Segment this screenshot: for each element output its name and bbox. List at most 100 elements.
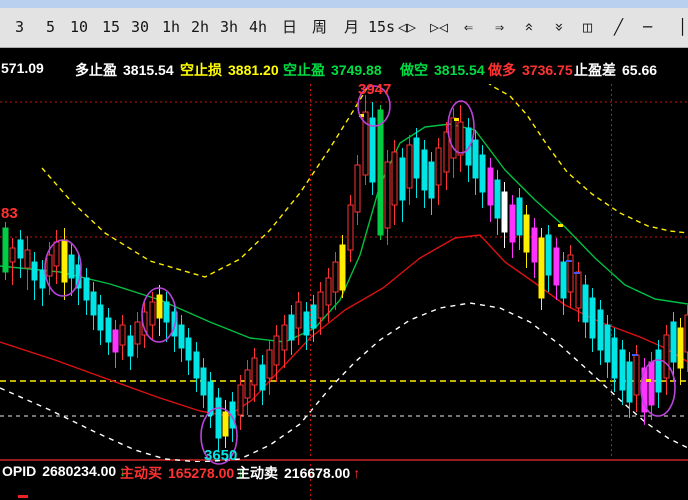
candle <box>348 195 353 262</box>
status-value: 3815.54 <box>434 62 485 78</box>
candle <box>84 268 89 315</box>
timeframe-day[interactable]: 日 <box>282 17 297 37</box>
candle <box>532 218 537 278</box>
candle <box>598 300 603 365</box>
candle <box>223 400 228 448</box>
candle <box>524 205 529 268</box>
candle <box>318 282 323 335</box>
timeframe-5min[interactable]: 5 <box>46 17 55 37</box>
candle <box>502 182 507 248</box>
candle <box>120 315 125 360</box>
candle <box>245 360 250 415</box>
timeframe-10min[interactable]: 10 <box>70 17 88 37</box>
candle <box>157 285 162 336</box>
candle <box>333 252 338 310</box>
timeframe-15sec[interactable]: 15s <box>368 17 395 37</box>
candle <box>678 318 683 385</box>
status-value: 571.09 <box>1 60 44 76</box>
status-segment: 做多3736.75 <box>488 60 573 80</box>
compress-horizontal-icon[interactable]: ▷◁ <box>430 17 448 37</box>
timeframe-4hour[interactable]: 4h <box>249 17 267 37</box>
candle <box>620 340 625 405</box>
low-price-label: 3650 <box>204 447 237 464</box>
chart-area[interactable]: 3947365083 <box>0 48 688 500</box>
bottom-segment: 主动买165278.00↓ <box>120 463 244 483</box>
status-segment: 止盈差 65.66 <box>574 60 657 80</box>
candle <box>311 295 316 342</box>
bottom-value: 2680234.00 <box>42 463 116 479</box>
candle <box>98 295 103 345</box>
candle <box>135 312 140 358</box>
candle <box>91 282 96 330</box>
status-segment: 571.09 <box>1 60 44 76</box>
signal-tick <box>646 379 651 382</box>
candle <box>282 315 287 368</box>
candle <box>18 230 23 278</box>
timeframe-week[interactable]: 周 <box>312 17 327 37</box>
candle <box>510 195 515 258</box>
candle <box>458 105 463 172</box>
arrow-left-icon[interactable]: ⇐ <box>464 17 473 37</box>
timeframe-month[interactable]: 月 <box>344 17 359 37</box>
timeframe-1hour[interactable]: 1h <box>162 17 180 37</box>
bottom-label: OPID <box>2 463 36 479</box>
candle <box>656 340 661 408</box>
candles-group <box>3 95 688 452</box>
bottom-value: 216678.00 <box>284 465 350 481</box>
candle <box>627 352 632 418</box>
status-segment: 做空3815.54 <box>400 60 485 80</box>
candle <box>488 158 493 222</box>
candle <box>385 150 390 245</box>
arrow-right-icon[interactable]: ⇒ <box>495 17 504 37</box>
status-label: 做多 <box>488 62 516 78</box>
diagonal-line-icon[interactable]: ╱ <box>614 17 623 37</box>
candle <box>363 95 368 185</box>
candle <box>54 230 59 284</box>
up-arrow-icon: ↑ <box>353 465 360 481</box>
candle <box>568 245 573 308</box>
status-label: 止盈差 <box>574 62 616 78</box>
candle <box>164 292 169 342</box>
candle <box>473 130 478 195</box>
candle <box>355 155 360 225</box>
status-segment: 多止盈3815.54 <box>75 60 174 80</box>
candle <box>216 388 221 452</box>
expand-horizontal-icon[interactable]: ◁▷ <box>398 17 416 37</box>
timeframe-15min[interactable]: 15 <box>102 17 120 37</box>
bottom-label: 主动买 <box>120 465 162 481</box>
timeframe-2hour[interactable]: 2h <box>191 17 209 37</box>
candle <box>113 320 118 368</box>
candle <box>274 325 279 382</box>
candle <box>400 148 405 222</box>
bottom-value: 165278.00 <box>168 465 234 481</box>
trading-app-window: 3 5 10 15 30 1h 2h 3h 4h 日周月 15s◁▷ ▷◁ ⇐ ⇒ « » ◫ ╱ ─ │ 3947 3… <box>0 0 688 500</box>
candle <box>517 188 522 250</box>
titlebar-strip <box>0 0 688 8</box>
chevrons-down-icon[interactable]: » <box>555 17 564 37</box>
status-value: 3749.88 <box>331 62 382 78</box>
status-value: 65.66 <box>622 62 657 78</box>
timeframe-3min[interactable]: 3 <box>15 17 24 37</box>
layout-grid-icon[interactable]: ◫ <box>583 17 592 37</box>
status-value: 3881.20 <box>228 62 279 78</box>
chevrons-up-icon[interactable]: « <box>525 17 534 37</box>
status-label: 空止损 <box>180 62 222 78</box>
candle <box>106 308 111 355</box>
vertical-line-icon[interactable]: │ <box>678 17 687 37</box>
candle <box>495 170 500 235</box>
bottom-segment: 主动卖 216678.00↑ <box>236 463 360 483</box>
orderflow-bottom-bar: OPID2680234.00↓主动买165278.00↓主动卖216678.00… <box>0 463 688 481</box>
timeframe-3hour[interactable]: 3h <box>220 17 238 37</box>
candle <box>554 238 559 300</box>
candle <box>179 315 184 362</box>
horizontal-line-icon[interactable]: ─ <box>643 17 652 37</box>
candle <box>69 244 74 296</box>
timeframe-30min[interactable]: 30 <box>131 17 149 37</box>
high-price-label: 3947 <box>358 81 391 98</box>
status-label: 空止盈 <box>283 62 325 78</box>
status-label: 多止盈 <box>75 62 117 78</box>
signal-tick <box>558 224 563 227</box>
bottom-label: 主动卖 <box>236 465 278 481</box>
candlestick-chart: 3947365083 <box>0 48 688 500</box>
timeframe-toolbar: 3 5 10 15 30 1h 2h 3h 4h 日周月 15s◁▷ ▷◁ ⇐ ⇒ « » ◫ ╱ ─ │ <box>0 8 688 48</box>
